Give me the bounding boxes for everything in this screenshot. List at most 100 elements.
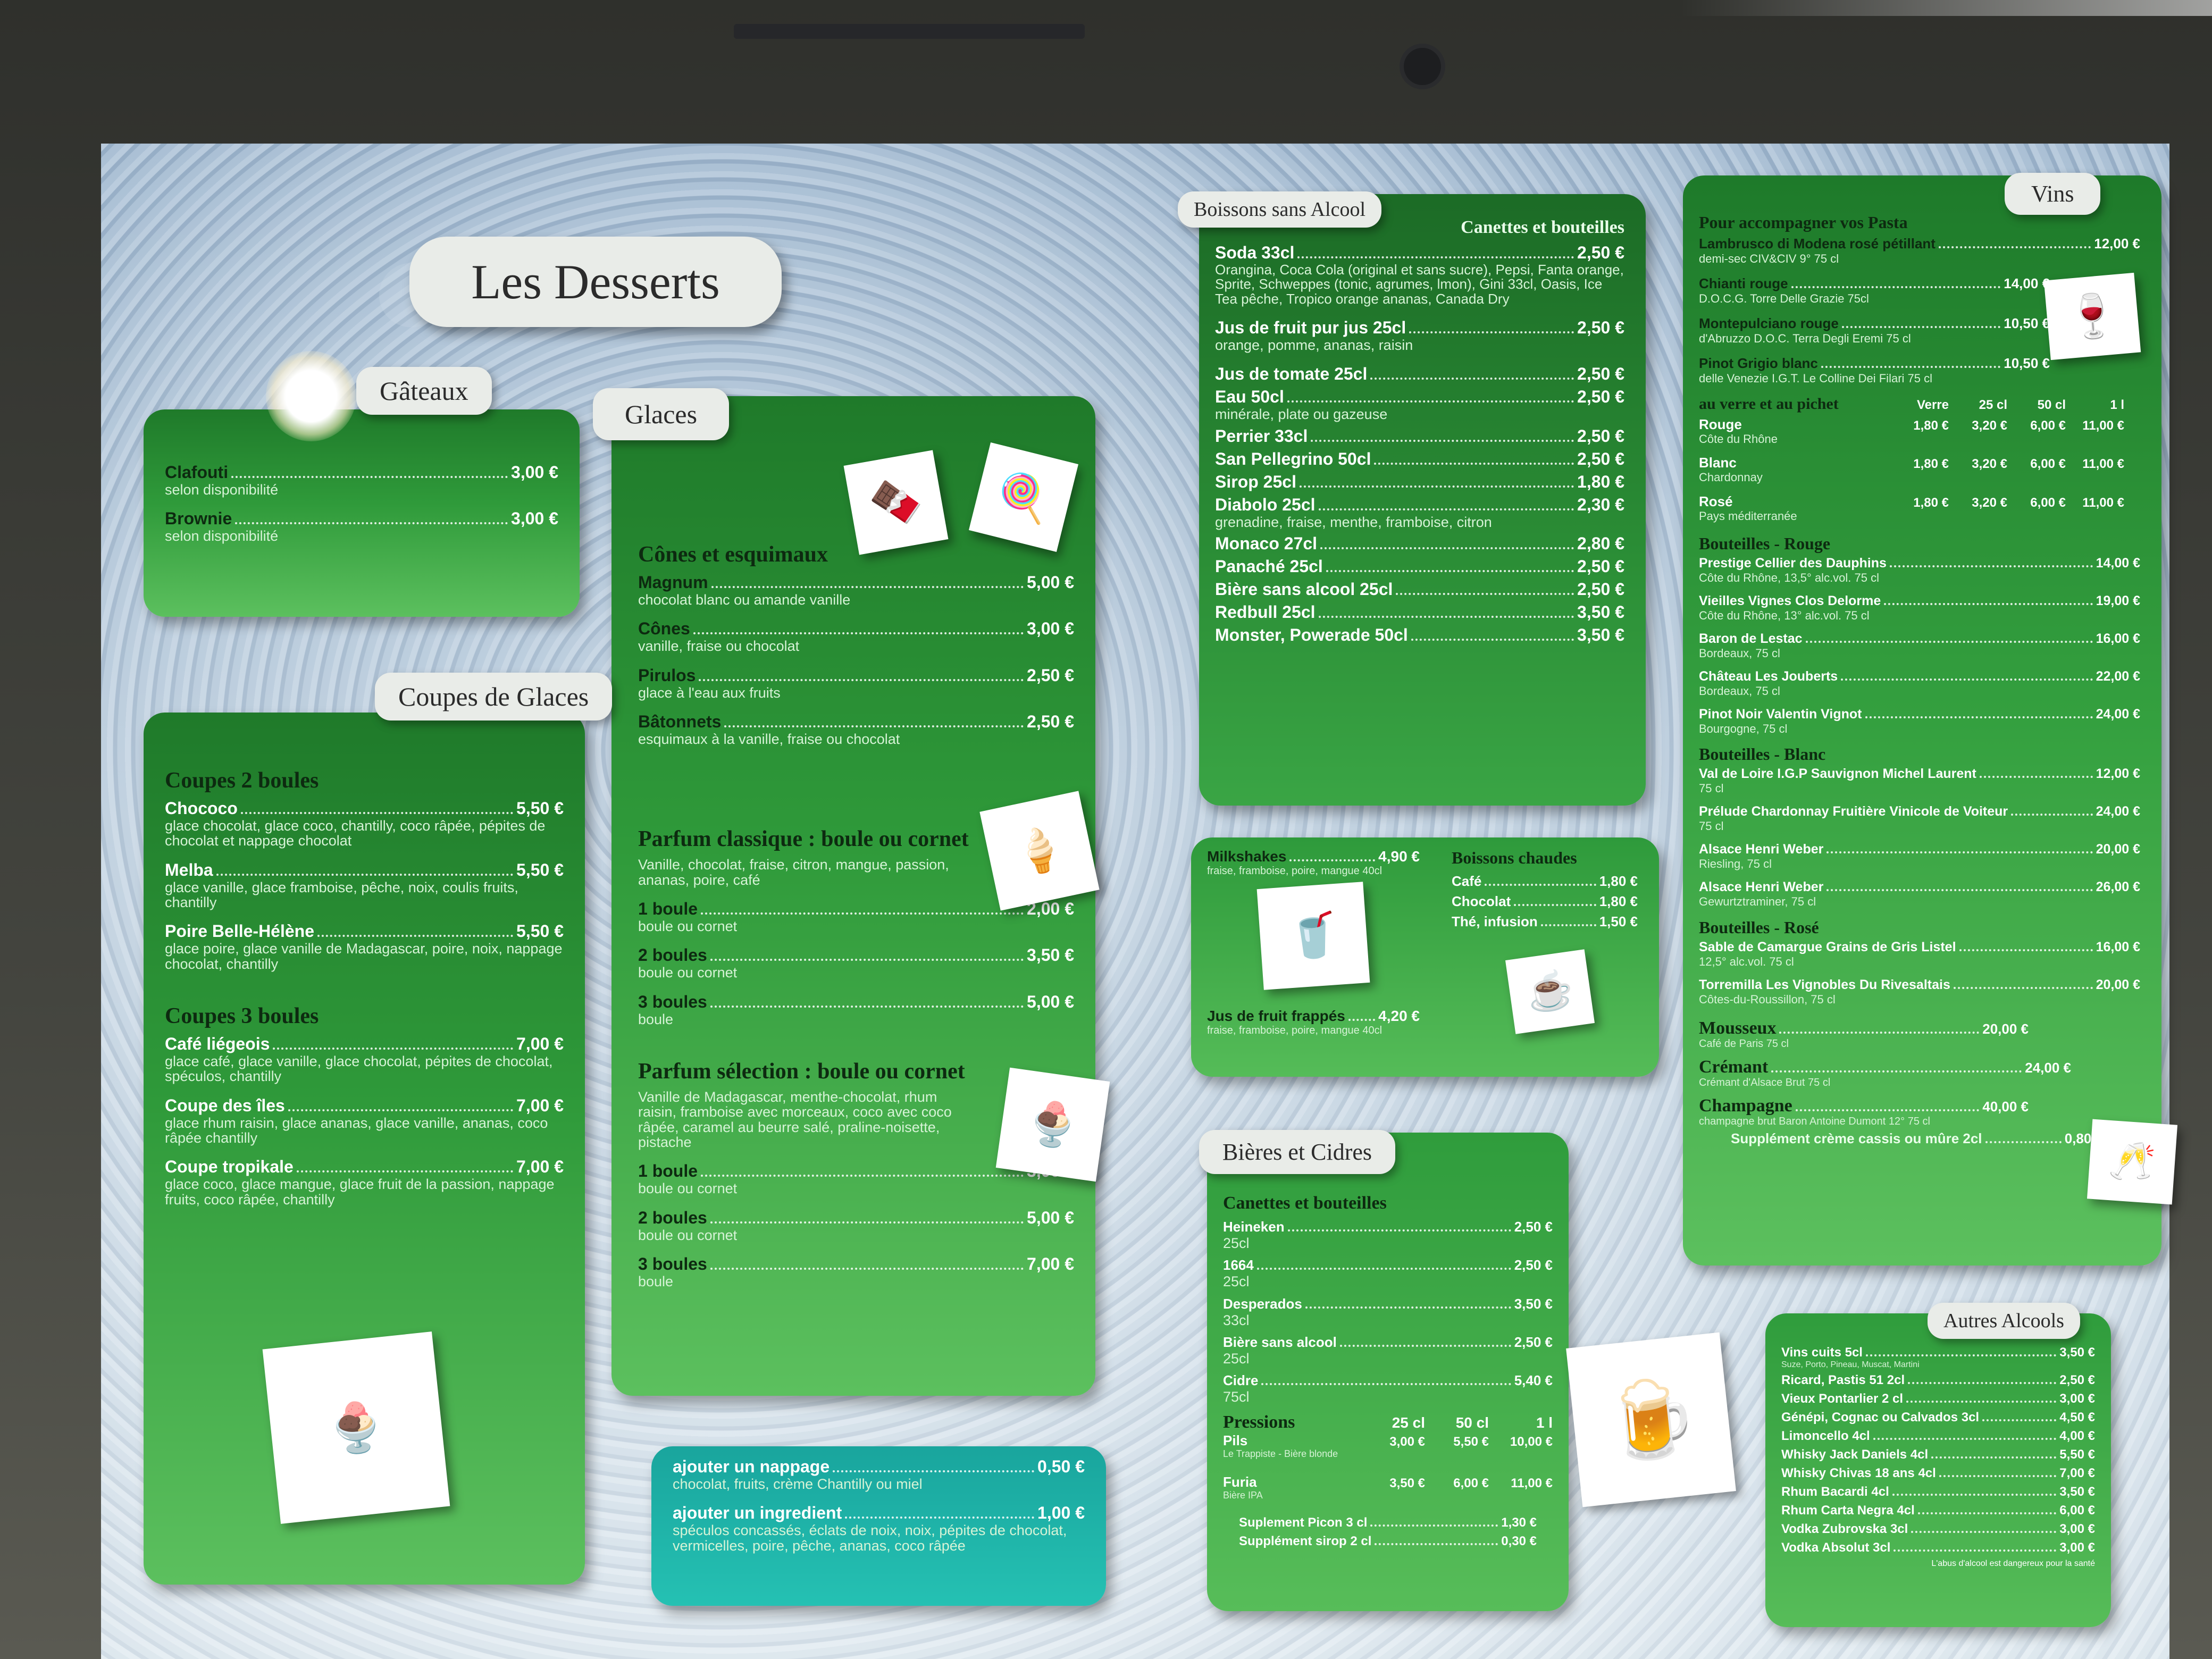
menu-item[interactable]: Torremilla Les Vignobles Du Rivesaltais 2… — [1699, 977, 2140, 1006]
menu-item[interactable]: Perrier 33cl 2,50 € — [1215, 426, 1624, 446]
menu-item[interactable]: Brownie 3,00 € selon disponibilité — [165, 509, 558, 543]
menu-item[interactable]: Cidre 5,40 € 75cl — [1223, 1372, 1553, 1404]
menu-item[interactable]: Val de Loire I.G.P Sauvignon Michel Laur… — [1699, 766, 2140, 794]
menu-item[interactable]: Alsace Henri Weber 26,00 € Gewurtztraminer… — [1699, 879, 2140, 908]
menu-item[interactable]: Vieux Pontarlier 2 cl 3,00 € — [1781, 1392, 2095, 1407]
menu-item[interactable]: Champagne 40,00 € champagne brut Baron Ant… — [1699, 1096, 2029, 1127]
menu-item[interactable]: Clafouti 3,00 € selon disponibilité — [165, 463, 558, 497]
item-price: 3,50 € — [1577, 602, 1624, 622]
tab-boissons[interactable]: Boissons sans Alcool — [1178, 191, 1382, 228]
menu-item[interactable]: Sirop 25cl 1,80 € — [1215, 472, 1624, 492]
item-desc: 75 cl — [1699, 819, 1724, 833]
menu-item[interactable]: Coupe des îles 7,00 € glace rhum raisin, g… — [165, 1096, 564, 1146]
menu-item[interactable]: Diabolo 25cl 2,30 € grenadine, fraise, men… — [1215, 495, 1624, 530]
menu-item[interactable]: Pirulos 2,50 € glace à l'eau aux fruits — [638, 666, 1074, 700]
menu-item[interactable]: Heineken 2,50 € 25cl — [1223, 1219, 1553, 1251]
menu-item[interactable]: Rhum Carta Negra 4cl 6,00 € — [1781, 1503, 2095, 1519]
supplement-row[interactable]: Supplément crème cassis ou mûre 2cl 0,80 … — [1731, 1130, 2103, 1147]
menu-item[interactable]: Limoncello 4cl 4,00 € — [1781, 1429, 2095, 1444]
menu-item[interactable]: Furia Bière IPA 3,50 € 6,00 € 11,00 € — [1223, 1474, 1553, 1512]
menu-item[interactable]: Magnum 5,00 € chocolat blanc ou amande van… — [638, 573, 1074, 607]
menu-item[interactable]: Soda 33cl 2,50 € Orangina, Coca Cola (orig… — [1215, 243, 1624, 306]
menu-item[interactable]: 2 boules 3,50 € boule ou cornet — [638, 945, 1074, 980]
menu-item[interactable]: Pinot Noir Valentin Vignot 24,00 € Bourgog… — [1699, 707, 2140, 735]
menu-item[interactable]: Chianti rouge 14,00 € D.O.C.G. Torre Delle… — [1699, 275, 2050, 305]
menu-item[interactable]: Mousseux 20,00 € Café de Paris 75 cl — [1699, 1018, 2029, 1050]
menu-item[interactable]: Montepulciano rouge 10,50 € d'Abruzzo D.O.… — [1699, 315, 2050, 345]
item-desc: Le Trappiste - Bière blonde — [1223, 1448, 1338, 1459]
menu-item[interactable]: 3 boules 5,00 € boule — [638, 992, 1074, 1027]
item-price: 3,50 € — [1514, 1295, 1553, 1312]
item-name: Génépi, Cognac ou Calvados 3cl — [1781, 1410, 1980, 1425]
menu-item[interactable]: Suplement Picon 3 cl 1,30 € — [1239, 1515, 1537, 1531]
tab-bieres[interactable]: Bières et Cidres — [1199, 1130, 1396, 1174]
tab-autres[interactable]: Autres Alcools — [1928, 1303, 2080, 1339]
autres-panel: Vins cuits 5cl 3,50 € Suze, Porto, Pineau,… — [1765, 1313, 2111, 1627]
item-name: Val de Loire I.G.P Sauvignon Michel Laur… — [1699, 766, 1976, 782]
tab-gateaux[interactable]: Gâteaux — [356, 367, 492, 415]
menu-item[interactable]: Chocolat 1,80 € — [1452, 893, 1638, 910]
menu-item[interactable]: 2 boules 5,00 € boule ou cornet — [638, 1208, 1074, 1243]
menu-item[interactable]: Cônes 3,00 € vanille, fraise ou chocolat — [638, 619, 1074, 653]
menu-item[interactable]: Supplément sirop 2 cl 0,30 € — [1239, 1534, 1537, 1549]
menu-item[interactable]: Jus de tomate 25cl 2,50 € — [1215, 364, 1624, 384]
menu-item[interactable]: Crémant 24,00 € Crémant d'Alsace Brut 75 c… — [1699, 1057, 2071, 1088]
menu-item[interactable]: 3 boules 7,00 € boule — [638, 1254, 1074, 1289]
menu-item[interactable]: Whisky Jack Daniels 4cl 5,50 € — [1781, 1447, 2095, 1463]
menu-item[interactable]: Redbull 25cl 3,50 € — [1215, 602, 1624, 622]
menu-item[interactable]: Coupe tropikale 7,00 € glace coco, glace m… — [165, 1157, 564, 1207]
item-price: 2,50 € — [1577, 449, 1624, 468]
menu-item[interactable]: Rosé Pays méditerranée 1,80 € 3,20 € 6,00 €… — [1699, 493, 2140, 529]
menu-item[interactable]: Bière sans alcool 2,50 € 25cl — [1223, 1334, 1553, 1366]
menu-item[interactable]: San Pellegrino 50cl 2,50 € — [1215, 449, 1624, 469]
menu-item[interactable]: Vieilles Vignes Clos Delorme 19,00 € Côte … — [1699, 593, 2140, 622]
menu-item[interactable]: Blanc Chardonnay 1,80 € 3,20 € 6,00 € 11,00 … — [1699, 455, 2140, 490]
menu-item[interactable]: Thé, infusion 1,50 € — [1452, 914, 1638, 931]
menu-item[interactable]: Monaco 27cl 2,80 € — [1215, 534, 1624, 554]
menu-item[interactable]: Café 1,80 € — [1452, 873, 1638, 890]
menu-item[interactable]: Rouge Côte du Rhône 1,80 € 3,20 € 6,00 € 11,… — [1699, 416, 2140, 451]
tab-glaces[interactable]: Glaces — [593, 388, 730, 440]
menu-item[interactable]: Ricard, Pastis 51 2cl 2,50 € — [1781, 1373, 2095, 1388]
menu-item[interactable]: Whisky Chivas 18 ans 4cl 7,00 € — [1781, 1466, 2095, 1481]
menu-item[interactable]: ajouter un nappage 0,50 € chocolat, fruits… — [673, 1457, 1085, 1492]
menu-item[interactable]: Milkshakes 4,90 € fraise, framboise, poire… — [1207, 848, 1420, 877]
menu-item[interactable]: Baron de Lestac 16,00 € Bordeaux, 75 cl — [1699, 631, 2140, 659]
item-desc: Orangina, Coca Cola (original et sans su… — [1215, 262, 1624, 307]
menu-item[interactable]: Bière sans alcool 25cl 2,50 € — [1215, 580, 1624, 599]
item-name: Café liégeois — [165, 1034, 270, 1054]
menu-item[interactable]: Melba 5,50 € glace vanille, glace frambois… — [165, 860, 564, 910]
menu-item[interactable]: Château Les Jouberts 22,00 € Bordeaux, 75 … — [1699, 669, 2140, 697]
menu-item[interactable]: 1664 2,50 € 25cl — [1223, 1257, 1553, 1289]
menu-item[interactable]: Jus de fruit frappés 4,20 € fraise, frambo… — [1207, 1008, 1420, 1036]
tab-vins[interactable]: Vins — [2005, 173, 2101, 215]
menu-item[interactable]: Prélude Chardonnay Fruitière Vinicole de… — [1699, 804, 2140, 832]
menu-item[interactable]: Génépi, Cognac ou Calvados 3cl 4,50 € — [1781, 1410, 2095, 1426]
section-title: Pressions — [1223, 1412, 1295, 1432]
menu-item[interactable]: Vodka Zubrovska 3cl 3,00 € — [1781, 1522, 2095, 1537]
item-name: Monster, Powerade 50cl — [1215, 625, 1408, 644]
tab-coupes[interactable]: Coupes de Glaces — [375, 673, 613, 720]
menu-item[interactable]: Lambrusco di Modena rosé pétillant 12,00 … — [1699, 236, 2140, 265]
menu-item[interactable]: Jus de fruit pur jus 25cl 2,50 € orange, p… — [1215, 318, 1624, 353]
menu-item[interactable]: Café liégeois 7,00 € glace café, glace van… — [165, 1034, 564, 1084]
menu-item[interactable]: Vodka Absolut 3cl 3,00 € — [1781, 1540, 2095, 1556]
menu-item[interactable]: Vins cuits 5cl 3,50 € Suze, Porto, Pineau,… — [1781, 1345, 2095, 1370]
menu-item[interactable]: Poire Belle-Hélène 5,50 € glace poire, gla… — [165, 921, 564, 971]
menu-item[interactable]: Eau 50cl 2,50 € minérale, plate ou gazeuse — [1215, 387, 1624, 422]
menu-item[interactable]: Bâtonnets 2,50 € esquimaux à la vanille, f… — [638, 712, 1074, 747]
menu-item[interactable]: Monster, Powerade 50cl 3,50 € — [1215, 625, 1624, 645]
menu-item[interactable]: Rhum Bacardi 4cl 3,50 € — [1781, 1485, 2095, 1500]
menu-item[interactable]: Pinot Grigio blanc 10,50 € delle Venezie I… — [1699, 355, 2050, 384]
menu-item[interactable]: ajouter un ingredient 1,00 € spéculos conc… — [673, 1503, 1085, 1553]
item-price: 0,30 € — [1501, 1534, 1537, 1548]
item-name: Château Les Jouberts — [1699, 668, 1838, 684]
item-price: 10,50 € — [2004, 355, 2050, 372]
menu-item[interactable]: Desperados 3,50 € 33cl — [1223, 1296, 1553, 1328]
menu-item[interactable]: Sable de Camargue Grains de Gris Listel 1… — [1699, 940, 2140, 968]
menu-item[interactable]: Panaché 25cl 2,50 € — [1215, 557, 1624, 576]
menu-item[interactable]: Chococo 5,50 € glace chocolat, glace coco,… — [165, 799, 564, 849]
menu-item[interactable]: Pils Le Trappiste - Bière blonde 3,00 € 5,… — [1223, 1432, 1553, 1471]
menu-item[interactable]: Prestige Cellier des Dauphins 14,00 € Côte… — [1699, 556, 2140, 584]
menu-item[interactable]: Alsace Henri Weber 20,00 € Riesling, 75 cl — [1699, 842, 2140, 870]
